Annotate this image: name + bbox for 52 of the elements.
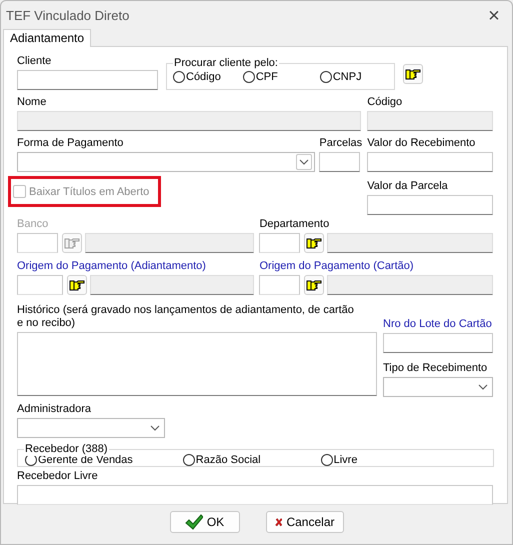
installments-field[interactable] [319,152,360,172]
cancel-button[interactable]: Cancelar [266,511,344,533]
field-label: Forma de Pagamento [17,137,124,150]
close-button[interactable]: × [484,6,504,26]
radio-option[interactable]: Livre [320,454,358,466]
field-label: Valor da Parcela [367,180,448,193]
field-label: Administradora [17,403,91,416]
batch-number-field[interactable] [383,333,493,353]
radio-option[interactable]: Código [173,70,221,82]
field-label: Recebedor Livre [17,470,98,483]
lookup-button[interactable] [304,275,324,295]
field-label: Tipo de Recebimento [383,362,488,375]
radio-option[interactable]: CPF [242,70,278,82]
field-label: Parcelas [319,137,362,150]
field-label: Nro do Lote do Cartão [383,318,492,331]
receipt-type-dropdown[interactable] [383,377,493,397]
card-administrator-dropdown[interactable] [17,418,165,438]
tab[interactable]: Adiantamento [3,29,92,47]
pointing-hand-icon [306,279,322,291]
pointing-hand-icon [64,237,80,249]
group-legend: Procurar cliente pelo: [173,56,279,70]
field-label: Origem do Pagamento (Cartão) [259,260,414,273]
payment-method-dropdown[interactable] [17,152,316,172]
field-label: Código [367,96,402,109]
field-label: Cliente [17,55,52,68]
field-label: Banco [17,218,48,231]
code-field[interactable] [17,275,63,295]
radio-option[interactable]: CNPJ [320,70,362,82]
lookup-button[interactable] [67,275,87,295]
field-label: Nome [17,96,46,109]
lookup-button[interactable] [304,233,324,253]
check-icon [184,514,203,530]
group-legend: Recebedor (388) [24,442,109,456]
code-field[interactable] [259,275,300,295]
pointing-hand-icon [405,68,421,80]
search-client-button[interactable] [403,64,423,84]
history-label: Histórico (será gravado nos lançamentos de adiantamento, de cartão e no recibo) [17,304,355,330]
history-field[interactable] [17,332,377,396]
free-recipient-field[interactable] [17,485,493,505]
pointing-hand-icon [306,237,322,249]
field-label: Origem do Pagamento (Adiantamento) [17,260,206,273]
radio-option[interactable]: Gerente de Vendas [25,454,133,466]
amount-field[interactable] [367,152,493,172]
installment-value-field[interactable] [367,195,493,215]
pointing-hand-icon [69,279,85,291]
field-label: Valor do Recebimento [367,137,476,150]
field-label: Departamento [259,218,330,231]
client-field[interactable] [17,70,158,90]
window-title: TEF Vinculado Direto [6,8,130,23]
radio-option[interactable]: Razão Social [182,454,261,466]
code-field[interactable] [259,233,300,253]
ok-button[interactable]: OK [170,511,240,533]
